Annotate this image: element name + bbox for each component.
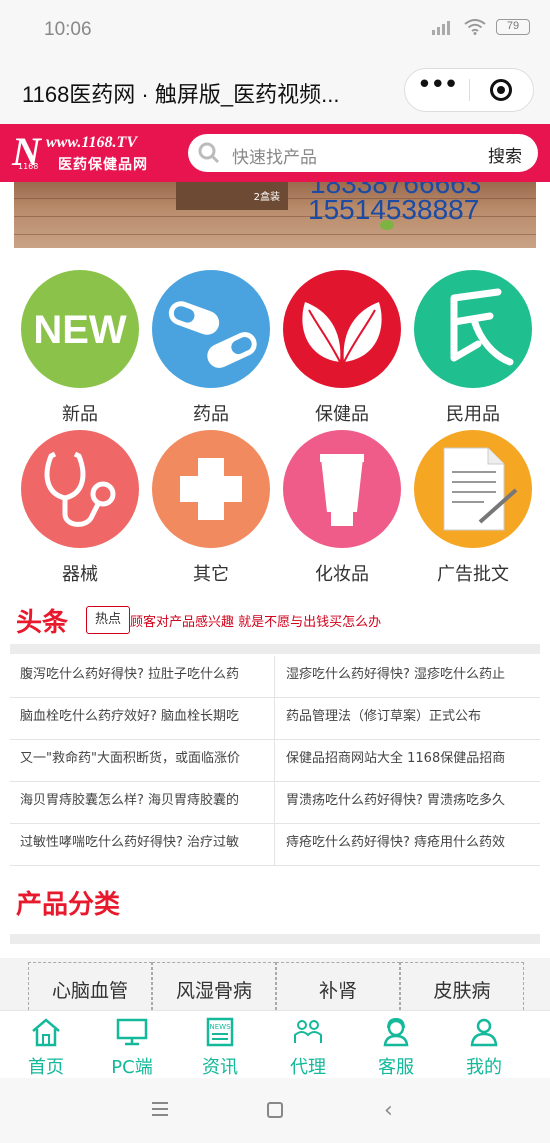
- category-new[interactable]: NEW 新品: [20, 270, 140, 426]
- promo-banner[interactable]: 2盒装 18338766663 15514538887: [14, 182, 536, 248]
- stethoscope-icon: [21, 430, 139, 548]
- cross-icon: [152, 430, 270, 548]
- system-nav-bar: ‹: [0, 1078, 550, 1143]
- category-label: 化妆品: [315, 564, 369, 585]
- nav-mine[interactable]: 我的: [438, 1011, 530, 1079]
- miniapp-title: 1168医药网 · 触屏版_医药视频...: [22, 82, 340, 107]
- divider: [10, 934, 540, 944]
- product-tab[interactable]: 风湿骨病: [152, 962, 276, 1010]
- hot-tag: 热点: [86, 606, 130, 634]
- document-icon: [414, 430, 532, 548]
- category-ad-approval[interactable]: 广告批文: [413, 430, 533, 586]
- category-label: 新品: [62, 404, 98, 425]
- news-link[interactable]: 胃溃疡吃什么药好得快? 胃溃疡吃多久: [286, 780, 538, 822]
- leaf-icon: [283, 270, 401, 388]
- product-tab[interactable]: 心脑血管: [28, 962, 152, 1010]
- bottom-nav: 首页 PC端 NEWS 资讯 代理 客服 我的: [0, 1010, 550, 1078]
- cosmetic-tube-icon: [283, 430, 401, 548]
- wifi-icon: [464, 19, 486, 35]
- target-icon: [490, 79, 513, 101]
- logo-url: www.1168.TV: [46, 134, 137, 151]
- logo-small: 1168: [18, 162, 39, 171]
- home-icon: [32, 1018, 60, 1047]
- new-icon: NEW: [21, 270, 139, 388]
- battery-icon: 79: [496, 19, 530, 35]
- leaf-decoration: [380, 220, 394, 230]
- news-link[interactable]: 过敏性哮喘吃什么药好得快? 治疗过敏: [20, 822, 270, 864]
- product-tab[interactable]: 皮肤病: [400, 962, 524, 1010]
- status-icons: 79: [432, 19, 530, 35]
- nav-label: 客服: [378, 1057, 414, 1078]
- monitor-icon: [116, 1018, 148, 1046]
- back-icon[interactable]: ‹: [384, 1098, 393, 1123]
- news-link[interactable]: 药品管理法（修订草案）正式公布: [286, 696, 538, 738]
- signal-icon: [432, 21, 450, 35]
- hot-headline-link[interactable]: 顾客对产品感兴趣 就是不愿与出钱买怎么办: [130, 611, 381, 630]
- nav-label: PC端: [111, 1057, 153, 1078]
- category-other[interactable]: 其它: [151, 430, 271, 586]
- nav-home[interactable]: 首页: [0, 1011, 92, 1079]
- category-instruments[interactable]: 器械: [20, 430, 140, 586]
- civil-goods-icon: [414, 270, 532, 388]
- divider: [10, 644, 540, 654]
- site-logo[interactable]: N www.1168.TV 医药保健品网 1168: [12, 129, 172, 176]
- headlines-title: 头条: [16, 608, 69, 638]
- nav-label: 我的: [466, 1057, 502, 1078]
- pills-icon: [152, 270, 270, 388]
- category-label: 药品: [193, 404, 229, 425]
- news-icon: NEWS: [206, 1017, 234, 1047]
- category-civil[interactable]: 民用品: [413, 270, 533, 426]
- miniapp-capsule: •••: [404, 68, 534, 112]
- news-link[interactable]: 湿疹吃什么药好得快? 湿疹吃什么药止: [286, 654, 538, 696]
- divider: [10, 865, 540, 866]
- logo-name: 医药保健品网: [58, 157, 148, 173]
- category-label: 器械: [62, 564, 98, 585]
- news-link[interactable]: 保健品招商网站大全 1168保健品招商: [286, 738, 538, 780]
- category-drugs[interactable]: 药品: [151, 270, 271, 426]
- agent-icon: [294, 1020, 322, 1043]
- more-icon[interactable]: •••: [405, 72, 469, 105]
- nav-news[interactable]: NEWS 资讯: [174, 1011, 266, 1079]
- search-bar[interactable]: 快速找产品 搜索: [188, 134, 538, 172]
- customer-service-icon: [383, 1017, 409, 1047]
- news-link[interactable]: 腹泻吃什么药好得快? 拉肚子吃什么药: [20, 654, 270, 696]
- banner-phone: 15514538887: [308, 194, 480, 225]
- nav-agent[interactable]: 代理: [262, 1011, 354, 1079]
- search-button[interactable]: 搜索: [488, 142, 522, 167]
- search-icon: [198, 142, 220, 164]
- nav-label: 代理: [290, 1057, 326, 1078]
- nav-service[interactable]: 客服: [350, 1011, 442, 1079]
- product-tab[interactable]: 补肾: [276, 962, 400, 1010]
- svg-text:NEWS: NEWS: [209, 1023, 231, 1031]
- news-link[interactable]: 脑血栓吃什么药疗效好? 脑血栓长期吃: [20, 696, 270, 738]
- news-link[interactable]: 海贝胃痔胶囊怎么样? 海贝胃痔胶囊的: [20, 780, 270, 822]
- category-cosmetics[interactable]: 化妆品: [282, 430, 402, 586]
- miniapp-titlebar: 1168医药网 · 触屏版_医药视频... •••: [0, 60, 550, 124]
- box-label: 2盒装: [253, 192, 280, 203]
- menu-icon[interactable]: [152, 1102, 168, 1120]
- page: 10:06 79 1168医药网 · 触屏版_医药视频... ••• N www…: [0, 0, 550, 1143]
- svg-text:NEW: NEW: [33, 308, 127, 352]
- nav-label: 首页: [28, 1057, 64, 1078]
- status-bar: 10:06 79: [0, 0, 550, 60]
- search-input[interactable]: 快速找产品: [232, 143, 317, 168]
- site-header: N www.1168.TV 医药保健品网 1168 快速找产品 搜索: [0, 124, 550, 182]
- news-link[interactable]: 又一"救命药"大面积断货，或面临涨价: [20, 738, 270, 780]
- home-square-icon[interactable]: [267, 1102, 283, 1118]
- product-categories-title: 产品分类: [16, 890, 121, 920]
- category-health[interactable]: 保健品: [282, 270, 402, 426]
- close-miniapp-button[interactable]: [470, 79, 534, 101]
- nav-pc[interactable]: PC端: [86, 1011, 178, 1079]
- status-time: 10:06: [44, 19, 92, 40]
- user-icon: [470, 1018, 498, 1047]
- product-box-image: 2盒装: [176, 182, 288, 210]
- category-label: 广告批文: [437, 564, 509, 585]
- category-label: 民用品: [446, 404, 500, 425]
- news-link[interactable]: 痔疮吃什么药好得快? 痔疮用什么药效: [286, 822, 538, 864]
- news-column-divider: [274, 656, 275, 866]
- nav-label: 资讯: [202, 1057, 238, 1078]
- category-label: 保健品: [315, 404, 369, 425]
- category-label: 其它: [193, 564, 229, 585]
